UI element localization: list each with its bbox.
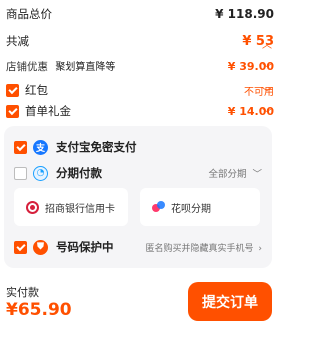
- goods-total-row: 商品总价 ¥ 118.90: [6, 6, 274, 22]
- number-protect-label: 号码保护中: [56, 240, 114, 254]
- number-protect-desc: 匿名购买并隐藏真实手机号: [145, 243, 254, 254]
- huabei-logo: [152, 200, 165, 214]
- number-protect-option[interactable]: ⛊ 号码保护中 匿名购买并隐藏真实手机号 ›: [14, 239, 262, 255]
- store-discount-row[interactable]: 店铺优惠 聚划算直降等 ¥ 39.00: [6, 58, 274, 74]
- chevron-right-icon: ›: [258, 243, 262, 254]
- gift-left: 首单礼金: [6, 103, 71, 119]
- gift-checkbox[interactable]: [6, 104, 19, 118]
- card-cmb-label: 招商银行信用卡: [45, 203, 115, 215]
- red-packet-label: 红包: [25, 83, 48, 97]
- installment-label: 分期付款: [56, 166, 102, 180]
- gift-label: 首单礼金: [25, 104, 71, 118]
- cmb-bank-logo: [26, 200, 39, 214]
- payment-panel: 支 支付宝免密支付 ◔ 分期付款 全部分期 ﹀ 招商银行信用卡 花呗分期 ⛊ 号…: [4, 126, 272, 268]
- total-discount-row[interactable]: 共减 ¥ 53: [6, 33, 274, 49]
- number-protect-checkbox[interactable]: [14, 240, 27, 254]
- number-protect-link[interactable]: 匿名购买并隐藏真实手机号 ›: [146, 241, 263, 254]
- red-packet-checkbox[interactable]: [6, 83, 19, 97]
- checkout-footer: 实付款 ¥65.90 提交订单: [0, 280, 304, 341]
- goods-total-value: ¥ 118.90: [215, 7, 274, 21]
- total-discount-label: 共减: [6, 34, 29, 48]
- submit-order-button[interactable]: 提交订单: [188, 282, 272, 321]
- chevron-down-icon[interactable]: ﹀: [262, 105, 272, 120]
- card-cmb[interactable]: 招商银行信用卡: [14, 188, 128, 226]
- store-discount-tag: 聚划算直降等: [55, 62, 116, 73]
- alipay-icon: 支: [33, 139, 48, 155]
- installment-icon: ◔: [33, 165, 48, 181]
- chevron-down-icon: ﹀: [252, 169, 262, 180]
- alipay-checkbox[interactable]: [14, 140, 27, 154]
- chevron-up-icon[interactable]: ︿: [262, 36, 272, 51]
- store-discount-text: 店铺优惠 聚划算直降等: [6, 58, 115, 74]
- actual-pay-value: ¥65.90: [6, 300, 72, 320]
- alipay-option[interactable]: 支 支付宝免密支付: [14, 139, 262, 155]
- chevron-down-icon[interactable]: ﹀: [262, 60, 272, 75]
- card-huabei[interactable]: 花呗分期: [140, 188, 260, 226]
- red-packet-row[interactable]: 红包 不可用: [6, 82, 274, 98]
- shield-icon: ⛊: [33, 239, 48, 255]
- goods-total-label: 商品总价: [6, 7, 52, 21]
- installment-all-link[interactable]: 全部分期 ﹀: [208, 166, 262, 180]
- installment-all-text: 全部分期: [208, 169, 247, 180]
- red-packet-left: 红包: [6, 82, 48, 98]
- gift-row[interactable]: 首单礼金 ¥ 14.00: [6, 103, 274, 119]
- chevron-down-icon[interactable]: ﹀: [262, 84, 272, 99]
- alipay-label: 支付宝免密支付: [56, 140, 137, 154]
- card-huabei-label: 花呗分期: [171, 203, 211, 215]
- installment-checkbox[interactable]: [14, 166, 27, 180]
- installment-option[interactable]: ◔ 分期付款 全部分期 ﹀: [14, 165, 262, 181]
- actual-pay-label: 实付款: [6, 286, 39, 299]
- store-discount-label: 店铺优惠: [6, 61, 48, 73]
